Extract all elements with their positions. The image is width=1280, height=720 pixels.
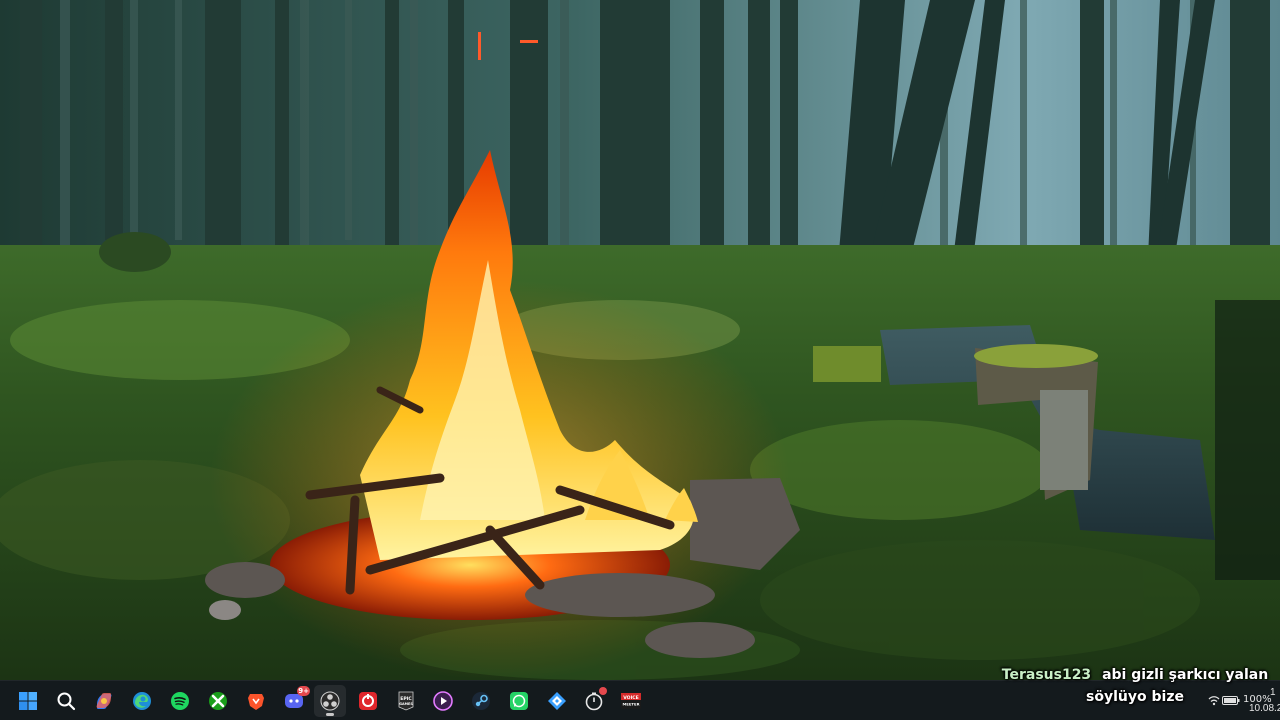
obs-studio-icon [320, 691, 340, 711]
media-player-icon [433, 691, 453, 711]
edge-button[interactable] [126, 685, 158, 717]
copilot-icon [96, 693, 112, 709]
steam-icon [472, 692, 490, 710]
chat-message-line1: abi gizli şarkıcı yalan [1102, 667, 1269, 683]
search-icon [57, 692, 76, 711]
desktop-screen: Terasus123 abi gizli şarkıcı yalan söylü… [0, 0, 1280, 720]
campfire-forest-wallpaper [0, 0, 1280, 680]
brave-browser-icon [248, 694, 264, 710]
svg-text:VOICE: VOICE [623, 695, 639, 701]
chat-overlay: Terasus123 abi gizli şarkıcı yalan söylü… [1000, 664, 1270, 708]
windows-start-icon [19, 692, 37, 710]
xbox-icon [209, 692, 227, 710]
spotify-button[interactable] [164, 685, 196, 717]
whatsapp-button[interactable] [503, 685, 535, 717]
app-launcher-icon [548, 692, 566, 710]
razer-cortex-button[interactable] [352, 685, 384, 717]
svg-text:GAMES: GAMES [399, 702, 413, 706]
voicemeeter-button[interactable]: VOICE MEETER [615, 685, 647, 717]
spotify-icon [171, 692, 189, 710]
chat-username: Terasus123 [1001, 667, 1092, 683]
razer-cortex-icon [359, 692, 377, 710]
chat-line-2: söylüyo bize [1000, 686, 1270, 708]
start-button[interactable] [12, 685, 44, 717]
stopwatch-app-button[interactable] [578, 685, 610, 717]
discord-notification-badge: 9+ [297, 686, 310, 696]
svg-text:MEETER: MEETER [622, 702, 639, 707]
clock-time[interactable]: 1 [1270, 687, 1276, 698]
chat-message-line2: söylüyo bize [1086, 689, 1184, 705]
steam-button[interactable] [465, 685, 497, 717]
app-launcher-button[interactable] [541, 685, 573, 717]
xbox-button[interactable] [202, 685, 234, 717]
whatsapp-icon [510, 692, 528, 710]
brave-button[interactable] [240, 685, 272, 717]
epic-games-button[interactable]: EPIC GAMES [390, 685, 422, 717]
copilot-button[interactable] [88, 685, 120, 717]
search-button[interactable] [50, 685, 82, 717]
chat-line-1: Terasus123 abi gizli şarkıcı yalan [1000, 664, 1270, 686]
discord-button[interactable]: 9+ [278, 685, 310, 717]
obs-button[interactable] [314, 685, 346, 717]
edge-browser-icon [133, 692, 151, 710]
stopwatch-notification-dot [599, 687, 607, 695]
epic-games-launcher-icon: EPIC GAMES [398, 691, 414, 711]
voicemeeter-icon: VOICE MEETER [621, 693, 641, 709]
media-player-button[interactable] [427, 685, 459, 717]
